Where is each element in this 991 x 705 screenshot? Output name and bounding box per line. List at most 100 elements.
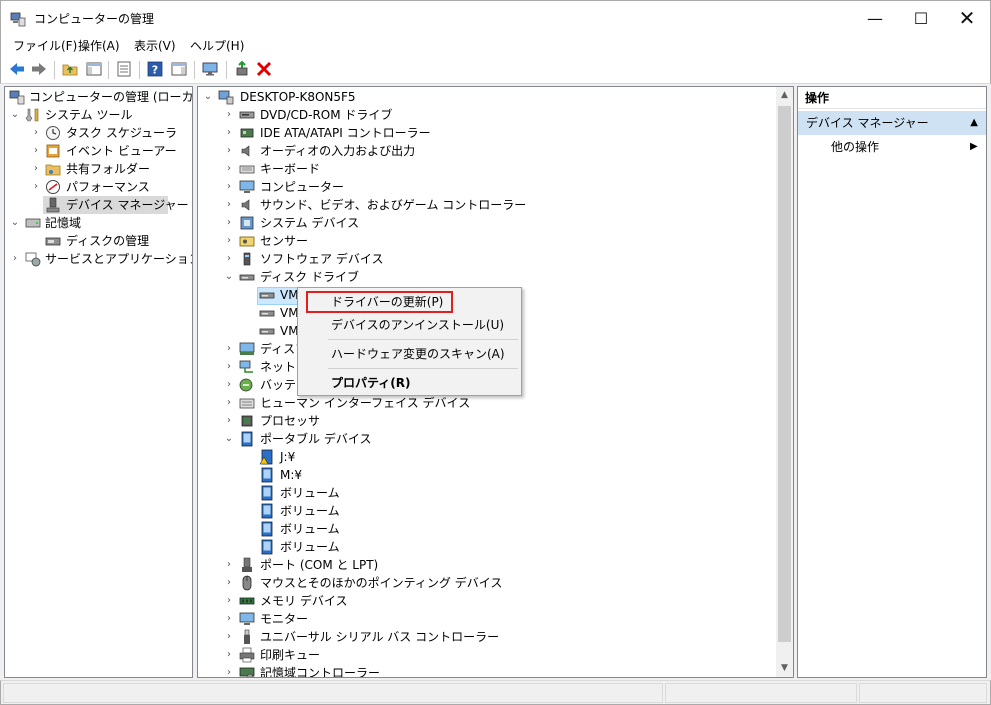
menu-file[interactable]: ファイル(F) [13, 37, 77, 54]
device-label: キーボード [260, 162, 321, 176]
services-icon [25, 252, 41, 267]
sensor-icon [239, 236, 255, 247]
software-device-icon [243, 252, 251, 266]
chevron-right-icon[interactable]: › [31, 160, 41, 178]
device-label: M:¥ [280, 468, 303, 482]
device-label: ヒューマン インターフェイス デバイス [260, 396, 471, 410]
device-label: IDE ATA/ATAPI コントローラー [260, 126, 431, 140]
scroll-thumb[interactable] [778, 106, 791, 642]
chevron-right-icon[interactable]: › [224, 556, 234, 574]
device-label: ソフトウェア デバイス [260, 252, 384, 266]
chevron-down-icon[interactable]: ⌄ [203, 88, 213, 106]
chevron-right-icon[interactable]: › [224, 196, 234, 214]
chevron-right-icon[interactable]: › [224, 412, 234, 430]
other-actions-item[interactable]: 他の操作 [831, 139, 879, 155]
back-arrow-icon[interactable] [8, 60, 26, 78]
scroll-up-arrow-icon[interactable]: ▲ [776, 87, 793, 104]
chevron-down-icon[interactable]: ⌄ [10, 106, 20, 124]
chevron-right-icon[interactable]: › [224, 394, 234, 412]
tree-label: デバイス マネージャー [66, 198, 189, 212]
chevron-right-icon[interactable]: › [224, 340, 234, 358]
chevron-right-icon[interactable]: › [31, 124, 41, 142]
menu-help[interactable]: ヘルプ(H) [190, 37, 244, 54]
device-label: モニター [260, 612, 309, 626]
speaker-icon [241, 199, 250, 211]
chevron-right-icon[interactable]: › [224, 124, 234, 142]
help-icon[interactable]: ? [146, 60, 164, 78]
chevron-right-icon[interactable]: › [224, 646, 234, 664]
show-hide-console-tree-icon[interactable] [85, 60, 103, 78]
chevron-right-icon[interactable]: › [224, 142, 234, 160]
shared-folder-icon [45, 164, 61, 176]
menu-update-driver[interactable]: ドライバーの更新(P) [331, 291, 443, 313]
chevron-right-icon[interactable]: › [31, 178, 41, 196]
actions-pane: 操作 デバイス マネージャー ▲ 他の操作 ▶ [797, 86, 987, 678]
menu-properties[interactable]: プロパティ(R) [331, 372, 411, 394]
actions-section-device-manager[interactable]: デバイス マネージャー ▲ [798, 111, 986, 135]
network-icon [239, 360, 253, 373]
chevron-right-icon[interactable]: › [224, 628, 234, 646]
title-bar: コンピューターの管理 — ☐ ✕ [0, 0, 991, 34]
chevron-right-icon[interactable]: › [224, 106, 234, 124]
minimize-button[interactable]: — [852, 1, 898, 35]
menu-separator [328, 339, 518, 340]
chevron-right-icon[interactable]: › [224, 610, 234, 628]
chevron-right-icon[interactable]: › [224, 250, 234, 268]
toolbar-separator [194, 61, 195, 79]
device-label: システム デバイス [260, 216, 360, 230]
menu-uninstall-device[interactable]: デバイスのアンインストール(U) [331, 314, 504, 336]
chevron-right-icon[interactable]: › [224, 664, 234, 677]
chevron-right-icon[interactable]: › [224, 232, 234, 250]
toolbar-separator [108, 61, 109, 79]
update-driver-icon[interactable] [233, 60, 251, 78]
chevron-right-icon[interactable]: › [224, 214, 234, 232]
device-label: センサー [260, 234, 309, 248]
chevron-right-icon[interactable]: › [10, 250, 20, 268]
device-label: ボリューム [280, 540, 340, 554]
tree-item-device-manager[interactable]: デバイス マネージャー [43, 196, 189, 214]
up-folder-icon[interactable] [61, 60, 79, 78]
chevron-down-icon[interactable]: ⌄ [224, 430, 234, 448]
processor-icon [241, 415, 253, 427]
tree-label: イベント ビューアー [66, 144, 177, 158]
status-bar [0, 680, 991, 705]
scroll-down-arrow-icon[interactable]: ▼ [776, 660, 793, 677]
disk-management-icon [45, 237, 61, 246]
portable-device-icon [241, 431, 253, 447]
device-label: VM [280, 288, 299, 302]
system-devices-icon [240, 216, 254, 230]
close-button[interactable]: ✕ [944, 1, 990, 35]
chevron-down-icon[interactable]: ⌄ [10, 214, 20, 232]
device-label: メモリ デバイス [260, 594, 348, 608]
show-hide-action-pane-icon[interactable] [170, 60, 188, 78]
chevron-right-icon[interactable]: › [31, 142, 41, 160]
chevron-right-icon[interactable]: › [224, 160, 234, 178]
menu-view[interactable]: 表示(V) [134, 37, 176, 54]
tools-icon [25, 108, 39, 122]
export-list-icon[interactable] [115, 60, 133, 78]
device-label: ユニバーサル シリアル バス コントローラー [260, 630, 500, 644]
chevron-right-icon[interactable]: › [224, 592, 234, 610]
collapse-up-icon[interactable]: ▲ [970, 111, 978, 135]
submenu-arrow-icon[interactable]: ▶ [970, 139, 978, 155]
forward-arrow-icon[interactable] [30, 60, 48, 78]
menu-scan-hardware[interactable]: ハードウェア変更のスキャン(A) [331, 343, 505, 365]
computer-management-icon [10, 12, 26, 27]
storage-controller-icon [239, 667, 255, 677]
chevron-right-icon[interactable]: › [224, 358, 234, 376]
status-cell [859, 683, 987, 703]
device-label: 印刷キュー [260, 648, 321, 662]
computer-management-icon [9, 90, 25, 105]
console-tree: コンピューターの管理 (ローカル) ⌄ システム ツール › タスク スケジュー… [4, 86, 193, 678]
maximize-button[interactable]: ☐ [898, 1, 944, 35]
device-manager-icon [46, 197, 60, 213]
chevron-right-icon[interactable]: › [224, 574, 234, 592]
menu-action[interactable]: 操作(A) [78, 37, 120, 54]
chevron-right-icon[interactable]: › [224, 376, 234, 394]
chevron-right-icon[interactable]: › [224, 178, 234, 196]
monitor-icon[interactable] [201, 60, 219, 78]
chevron-down-icon[interactable]: ⌄ [224, 268, 234, 286]
vertical-scrollbar[interactable]: ▲ ▼ [776, 87, 793, 677]
device-label: DESKTOP-K8ON5F5 [240, 90, 356, 104]
uninstall-x-icon[interactable] [255, 60, 273, 78]
